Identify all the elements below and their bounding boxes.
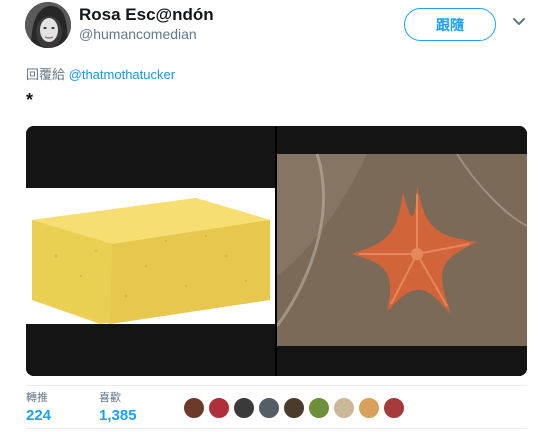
- follow-button[interactable]: 跟隨: [404, 8, 496, 41]
- liker-avatar[interactable]: [258, 397, 280, 419]
- liker-avatar[interactable]: [333, 397, 355, 419]
- liker-avatar[interactable]: [233, 397, 255, 419]
- liker-avatar[interactable]: [283, 397, 305, 419]
- likes-stat[interactable]: 喜歡 1,385: [99, 389, 137, 424]
- likes-label: 喜歡: [99, 392, 121, 404]
- liker-avatar[interactable]: [183, 397, 205, 419]
- retweets-count[interactable]: 224: [26, 407, 51, 424]
- liker-avatar[interactable]: [358, 397, 380, 419]
- reply-context: 回覆給 @thatmothatucker: [26, 64, 175, 83]
- retweets-stat[interactable]: 轉推 224: [26, 389, 51, 424]
- liker-avatar[interactable]: [308, 397, 330, 419]
- liker-avatars: [183, 397, 408, 419]
- likes-count[interactable]: 1,385: [99, 407, 137, 424]
- media-grid[interactable]: [26, 126, 527, 376]
- chevron-down-icon[interactable]: [512, 15, 526, 29]
- liker-avatar[interactable]: [208, 397, 230, 419]
- author-handle[interactable]: @humancomedian: [79, 26, 197, 42]
- retweets-label: 轉推: [26, 392, 48, 404]
- author-avatar[interactable]: [25, 2, 71, 48]
- starfish-image[interactable]: [277, 126, 527, 376]
- stats-divider: [26, 385, 527, 386]
- tweet-text: *: [26, 90, 34, 110]
- reply-mention-link[interactable]: @thatmothatucker: [69, 67, 175, 82]
- sponge-image[interactable]: [26, 126, 275, 376]
- footer-divider: [26, 428, 527, 429]
- author-name[interactable]: Rosa Esc@ndón: [79, 5, 214, 25]
- reply-prefix: 回覆給: [26, 67, 66, 82]
- liker-avatar[interactable]: [383, 397, 405, 419]
